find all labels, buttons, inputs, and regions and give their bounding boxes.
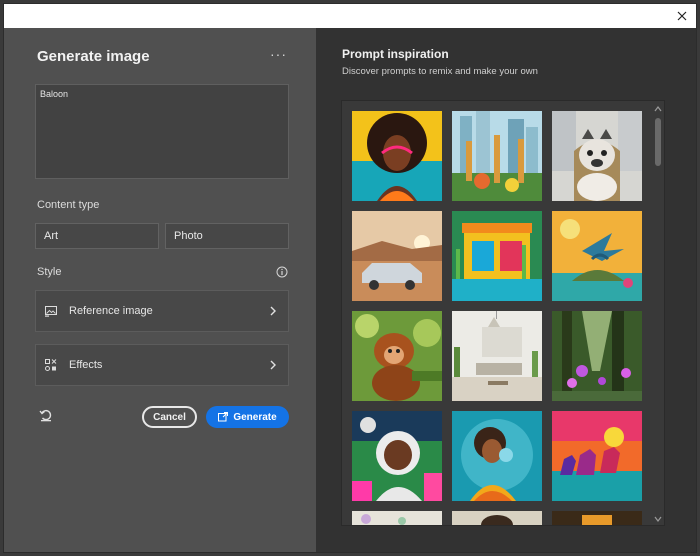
thumbnail-giraffes-city[interactable] [452, 111, 542, 201]
chevron-right-icon [270, 360, 276, 370]
generate-icon [218, 412, 229, 422]
generate-image-dialog: Generate image ··· Baloon Content type A… [3, 3, 697, 553]
info-icon[interactable] [276, 266, 288, 278]
image-icon [45, 305, 57, 317]
cancel-button[interactable]: Cancel [142, 406, 197, 428]
thumbnail-partial-3[interactable] [552, 511, 642, 525]
more-options-button[interactable]: ··· [270, 47, 286, 64]
style-label: Style [37, 266, 62, 278]
reference-image-option[interactable]: Reference image [35, 290, 289, 332]
generate-panel: Generate image ··· Baloon Content type A… [4, 28, 316, 552]
reference-image-label: Reference image [69, 305, 153, 317]
panel-title: Generate image [37, 48, 150, 65]
generate-label: Generate [233, 411, 277, 423]
thumbnail-partial-2[interactable] [452, 511, 542, 525]
thumbnail-fairy-forest[interactable] [552, 311, 642, 401]
thumbnail-partial-1[interactable] [352, 511, 442, 525]
prompt-inspiration-panel: Prompt inspiration Discover prompts to r… [316, 28, 696, 552]
scrollbar-thumb[interactable] [655, 118, 661, 166]
gallery-scrollbar[interactable] [653, 104, 663, 524]
content-type-photo-button[interactable]: Photo [165, 223, 289, 249]
thumbnail-orangutan-jungle[interactable] [352, 311, 442, 401]
thumbnail-dragon-island[interactable] [552, 211, 642, 301]
generate-button[interactable]: Generate [206, 406, 289, 428]
chevron-right-icon [270, 306, 276, 316]
scroll-down-arrow[interactable] [653, 514, 663, 524]
close-button[interactable] [670, 5, 694, 27]
close-icon [677, 11, 687, 21]
thumbnail-vintage-car-desert[interactable] [352, 211, 442, 301]
inspiration-subtitle: Discover prompts to remix and make your … [342, 66, 538, 77]
effects-label: Effects [69, 359, 103, 371]
thumbnail-colorful-house[interactable] [452, 211, 542, 301]
thumbnail-astronaut-neon[interactable] [352, 411, 442, 501]
content-type-label: Content type [37, 199, 100, 211]
reset-icon[interactable] [39, 408, 53, 422]
title-bar [4, 4, 696, 28]
thumbnail-minimal-living-room[interactable] [452, 311, 542, 401]
scroll-up-arrow[interactable] [653, 104, 663, 114]
thumbnail-bubblegum-girl[interactable] [452, 411, 542, 501]
inspiration-title: Prompt inspiration [342, 47, 449, 61]
prompt-input[interactable]: Baloon [35, 84, 289, 179]
content-type-art-button[interactable]: Art [35, 223, 159, 249]
thumbnail-bulldog-throne[interactable] [552, 111, 642, 201]
thumbnail-afro-portrait[interactable] [352, 111, 442, 201]
effects-icon [45, 359, 57, 371]
inspiration-gallery [341, 100, 665, 526]
effects-option[interactable]: Effects [35, 344, 289, 386]
thumbnail-neon-horses[interactable] [552, 411, 642, 501]
